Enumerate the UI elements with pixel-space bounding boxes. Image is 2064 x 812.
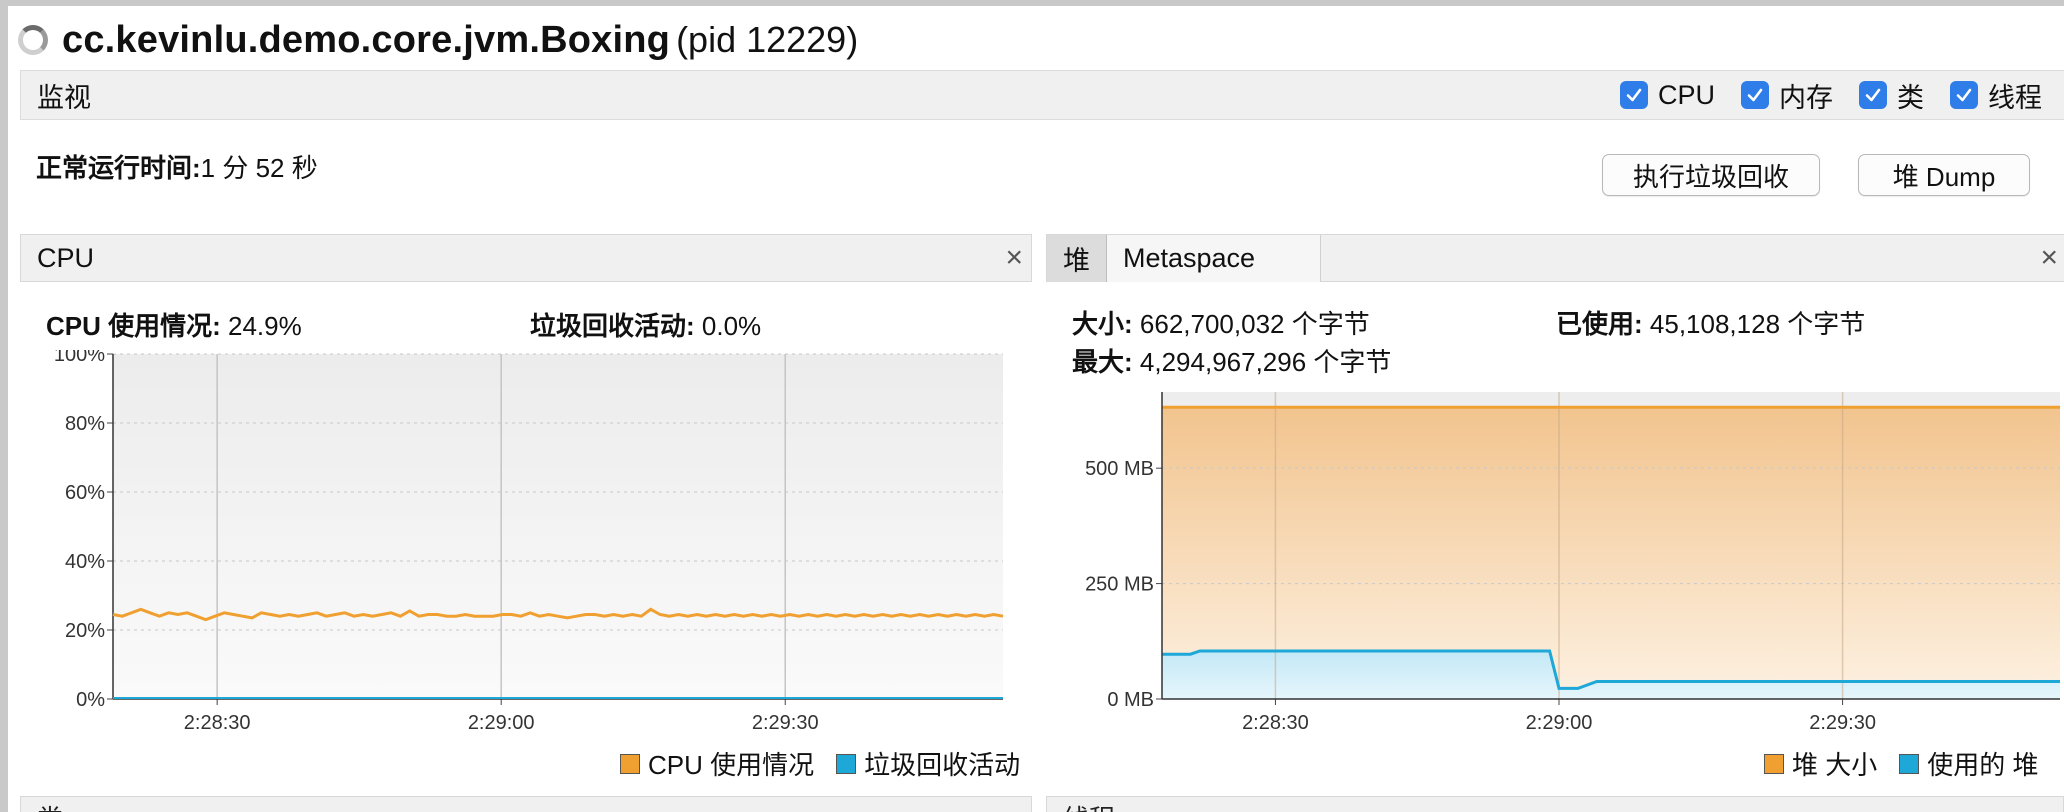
cpu-legend: CPU 使用情况 垃圾回收活动 — [620, 745, 1020, 782]
perform-gc-button[interactable]: 执行垃圾回收 — [1602, 154, 1820, 196]
legend-swatch-heap-size — [1764, 753, 1784, 774]
heap-max-label: 最大: — [1072, 347, 1133, 377]
cpu-usage-stat: CPU 使用情况: 24.9% — [46, 306, 302, 343]
cpu-usage-value: 24.9% — [228, 311, 302, 341]
threads-panel-title: 线程 — [1063, 799, 1115, 812]
x-tick-label: 2:29:30 — [1809, 712, 1876, 734]
toggle-memory[interactable]: 内存 — [1741, 76, 1833, 115]
toggle-classes[interactable]: 类 — [1859, 76, 1924, 115]
y-tick-label: 0 MB — [1107, 689, 1154, 711]
toggle-cpu[interactable]: CPU — [1619, 79, 1715, 111]
app-title: cc.kevinlu.demo.core.jvm.Boxing — [62, 18, 671, 61]
tab-heap[interactable]: 堆 — [1047, 235, 1107, 282]
window-frame-top — [0, 0, 2064, 6]
heap-size-stat: 大小: 662,700,032 个字节 — [1072, 304, 1370, 341]
close-icon[interactable]: × — [1005, 241, 1023, 275]
legend-cpu-label: CPU 使用情况 — [648, 750, 815, 780]
checkbox-checked-icon[interactable] — [1859, 81, 1887, 109]
threads-panel-header: 线程 — [1046, 796, 2064, 812]
y-tick-label: 20% — [65, 620, 105, 642]
uptime-value: 1 分 52 秒 — [200, 153, 318, 183]
toggle-label: 线程 — [1988, 82, 2042, 113]
title-row: cc.kevinlu.demo.core.jvm.Boxing (pid 1222… — [18, 12, 858, 68]
x-tick-label: 2:28:30 — [1242, 712, 1309, 734]
app-title-group: cc.kevinlu.demo.core.jvm.Boxing (pid 1222… — [62, 19, 858, 62]
heap-size-value: 662,700,032 个字节 — [1139, 309, 1370, 339]
heap-used-value: 45,108,128 个字节 — [1649, 309, 1866, 339]
close-icon[interactable]: × — [2040, 241, 2058, 275]
toggle-group: CPU 内存 类 线程 — [1619, 71, 2042, 119]
y-tick-label: 0% — [76, 689, 105, 711]
checkbox-checked-icon[interactable] — [1619, 81, 1648, 109]
x-tick-label: 2:29:00 — [1526, 712, 1593, 734]
legend-swatch-gc — [836, 753, 857, 774]
window-frame-left — [0, 0, 8, 812]
heap-panel-header: 堆 Metaspace × — [1046, 234, 2064, 282]
heap-legend: 堆 大小 使用的 堆 — [1764, 745, 2038, 782]
plot-background — [113, 354, 1003, 699]
heap-used-stat: 已使用: 45,108,128 个字节 — [1556, 304, 1865, 341]
loading-spinner-icon — [18, 25, 48, 55]
checkbox-checked-icon[interactable] — [1741, 81, 1769, 109]
x-tick-label: 2:29:30 — [752, 712, 819, 734]
gc-activity-value: 0.0% — [701, 311, 762, 341]
checkbox-checked-icon[interactable] — [1950, 81, 1978, 109]
y-tick-label: 60% — [65, 482, 105, 504]
legend-gc-label: 垃圾回收活动 — [864, 750, 1021, 780]
legend-heap-used-label: 使用的 堆 — [1927, 750, 2039, 780]
y-tick-label: 250 MB — [1085, 574, 1154, 596]
y-tick-label: 500 MB — [1085, 458, 1154, 480]
legend-swatch-cpu — [620, 753, 640, 774]
gc-activity-label: 垃圾回收活动: — [530, 311, 695, 341]
toggle-label: CPU — [1657, 79, 1715, 110]
heap-dump-button[interactable]: 堆 Dump — [1858, 154, 2030, 196]
monitor-header: 监视 CPU 内存 类 线程 — [20, 70, 2064, 120]
uptime-label: 正常运行时间: — [36, 153, 201, 183]
app-pid: (pid 12229) — [676, 18, 859, 60]
toggle-threads[interactable]: 线程 — [1950, 76, 2042, 115]
y-tick-label: 40% — [65, 551, 105, 573]
cpu-panel-header: CPU × — [20, 234, 1032, 282]
monitor-label: 监视 — [37, 82, 91, 113]
x-tick-label: 2:29:00 — [468, 712, 535, 734]
y-tick-label: 80% — [65, 413, 105, 435]
gc-activity-stat: 垃圾回收活动: 0.0% — [530, 306, 761, 343]
heap-max-value: 4,294,967,296 个字节 — [1139, 347, 1392, 377]
legend-swatch-heap-used — [1899, 753, 1920, 774]
toggle-label: 内存 — [1779, 82, 1833, 113]
cpu-usage-label: CPU 使用情况: — [46, 311, 221, 341]
y-tick-label: 100% — [54, 350, 105, 366]
heap-chart: 0 MB 250 MB 500 MB 2:28:30 2:29:00 2:29:30 — [1085, 392, 2060, 734]
legend-heap-size-label: 堆 大小 — [1792, 750, 1878, 780]
cpu-chart: 0% 20% 40% 60% 80% 100% 2:28:30 2:29:00 2:29:30 — [54, 350, 1004, 734]
classes-panel-title: 类 — [37, 799, 63, 812]
uptime-row: 正常运行时间: 1 分 52 秒 — [36, 148, 318, 185]
x-tick-label: 2:28:30 — [184, 712, 251, 734]
heap-used-label: 已使用: — [1556, 309, 1643, 339]
heap-max-stat: 最大: 4,294,967,296 个字节 — [1072, 342, 1391, 379]
cpu-panel-title: CPU — [37, 243, 95, 273]
toggle-label: 类 — [1897, 82, 1924, 113]
classes-panel-header: 类 — [20, 796, 1032, 812]
heap-size-label: 大小: — [1072, 309, 1133, 339]
tab-metaspace[interactable]: Metaspace — [1107, 235, 1321, 282]
